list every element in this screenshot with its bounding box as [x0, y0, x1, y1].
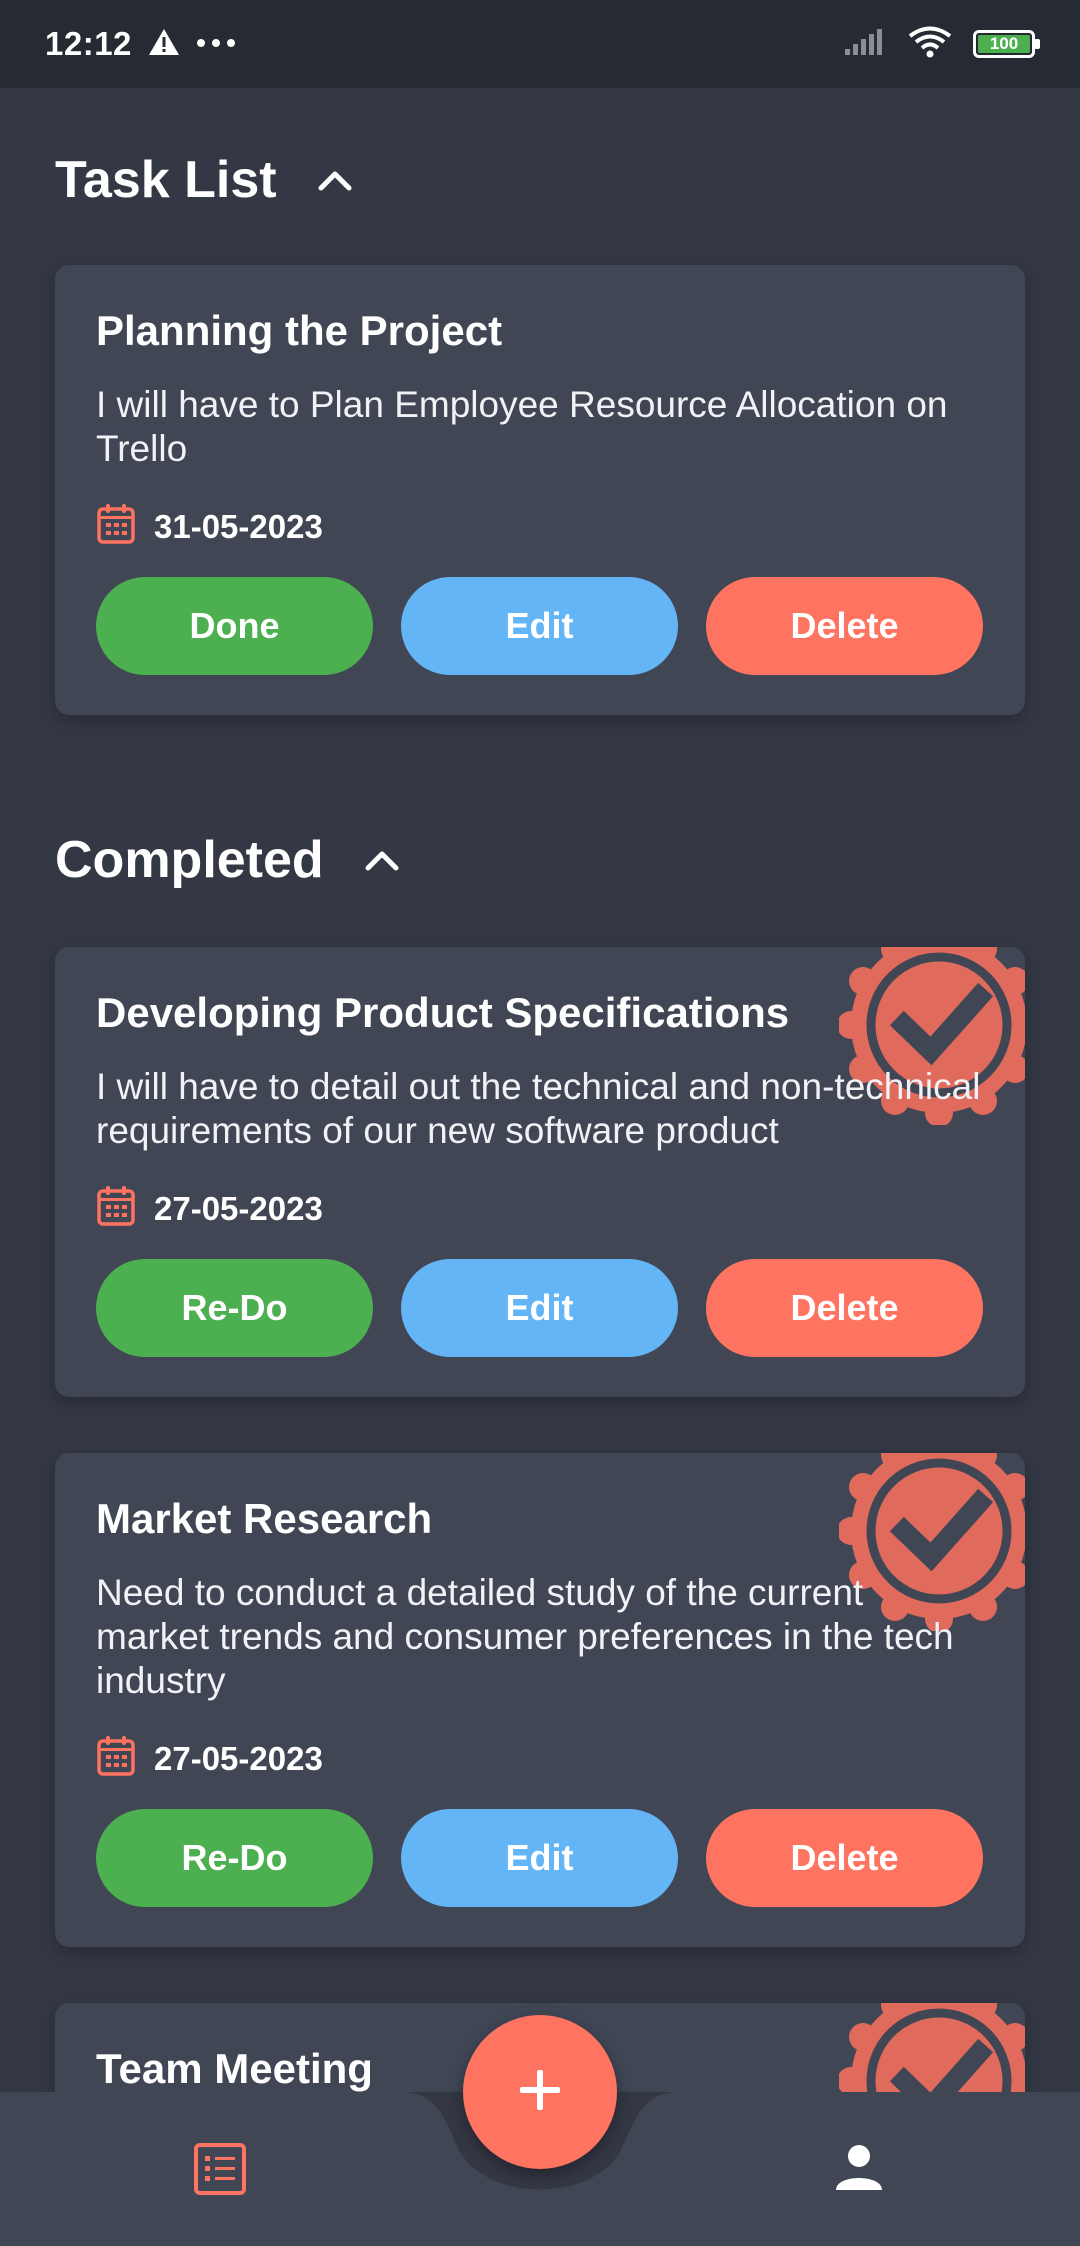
delete-button[interactable]: Delete — [706, 1259, 983, 1357]
edit-button[interactable]: Edit — [401, 577, 678, 675]
status-right: 100 — [843, 25, 1040, 64]
task-title: Planning the Project — [96, 307, 503, 354]
status-left: 12:12 — [45, 25, 236, 63]
task-list-title: Task List — [55, 151, 277, 209]
redo-button[interactable]: Re-Do — [96, 1259, 373, 1357]
task-description: I will have to detail out the technical … — [96, 1066, 981, 1151]
task-list-header[interactable]: Task List — [55, 150, 353, 210]
task-date-row: 27-05-2023 — [96, 1185, 323, 1232]
task-date-row: 31-05-2023 — [96, 503, 323, 550]
redo-button[interactable]: Re-Do — [96, 1809, 373, 1907]
check-seal-icon — [837, 2003, 1025, 2092]
signal-icon — [843, 27, 887, 62]
chevron-up-icon[interactable] — [317, 168, 353, 192]
task-card[interactable]: Planning the Project I will have to Plan… — [55, 265, 1025, 715]
delete-button[interactable]: Delete — [706, 577, 983, 675]
completed-card[interactable]: Developing Product Specifications I will… — [55, 947, 1025, 1397]
battery-icon: 100 — [973, 30, 1040, 58]
add-task-button[interactable] — [463, 2015, 617, 2169]
task-title: Team Meeting — [96, 2045, 373, 2092]
edit-button[interactable]: Edit — [401, 1809, 678, 1907]
task-description: Need to conduct a detailed study of the … — [96, 1572, 954, 1701]
calendar-icon — [96, 1735, 136, 1782]
task-actions: Re-Do Edit Delete — [96, 1259, 983, 1357]
task-scroll-area[interactable]: Task List Planning the Project I will ha… — [0, 88, 1080, 2092]
more-notifications-icon — [196, 35, 236, 53]
task-description: I will have to Plan Employee Resource Al… — [96, 384, 948, 469]
task-title: Market Research — [96, 1495, 433, 1542]
app-root: 12:12 100 Task List Planning the Project… — [0, 0, 1080, 2246]
battery-level: 100 — [978, 35, 1030, 53]
task-date: 31-05-2023 — [154, 507, 323, 545]
status-time: 12:12 — [45, 25, 132, 62]
task-title: Developing Product Specifications — [96, 989, 790, 1036]
wifi-icon — [907, 25, 953, 64]
warning-icon — [148, 27, 180, 62]
status-bar: 12:12 100 — [0, 0, 1080, 88]
task-date: 27-05-2023 — [154, 1739, 323, 1777]
task-date: 27-05-2023 — [154, 1189, 323, 1227]
task-actions: Done Edit Delete — [96, 577, 983, 675]
chevron-up-icon[interactable] — [364, 848, 400, 872]
profile-icon[interactable] — [834, 2142, 884, 2197]
completed-card[interactable]: Market Research Need to conduct a detail… — [55, 1453, 1025, 1947]
done-button[interactable]: Done — [96, 577, 373, 675]
task-list-icon[interactable] — [193, 2142, 247, 2201]
plus-icon — [518, 2068, 562, 2117]
task-date-row: 27-05-2023 — [96, 1735, 323, 1782]
calendar-icon — [96, 1185, 136, 1232]
delete-button[interactable]: Delete — [706, 1809, 983, 1907]
task-actions: Re-Do Edit Delete — [96, 1809, 983, 1907]
calendar-icon — [96, 503, 136, 550]
completed-title: Completed — [55, 831, 324, 889]
completed-header[interactable]: Completed — [55, 830, 400, 890]
edit-button[interactable]: Edit — [401, 1259, 678, 1357]
